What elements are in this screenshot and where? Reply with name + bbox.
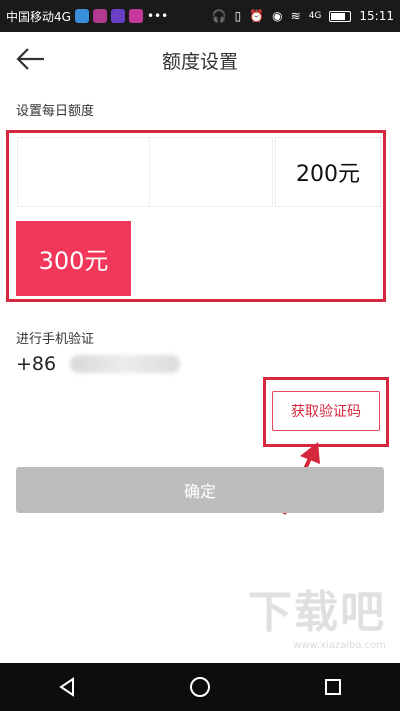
vibrate-icon: ▯	[234, 9, 242, 23]
app-notification-icon	[110, 9, 125, 23]
app-notification-icon	[128, 9, 143, 23]
get-verification-code-button[interactable]: 获取验证码	[272, 391, 380, 431]
system-navigation-bar	[0, 663, 400, 711]
network-type: 4G	[308, 11, 322, 21]
wifi-icon: ≋	[290, 9, 301, 23]
app-notification-icon	[74, 9, 89, 23]
phone-number-field[interactable]: +86	[16, 353, 181, 375]
quota-option[interactable]	[149, 137, 273, 207]
quota-option-200[interactable]: 200元	[275, 137, 381, 207]
carrier-label: 中国移动4G	[6, 9, 71, 24]
watermark-logo: 下载吧 www.xiazaiba.com	[248, 576, 386, 651]
nav-recents-button[interactable]	[313, 667, 353, 707]
watermark-text: 下载吧	[248, 587, 386, 638]
header: 额度设置	[0, 32, 400, 88]
confirm-button[interactable]: 确定	[16, 467, 384, 513]
quota-option[interactable]	[17, 137, 151, 207]
headphones-icon: 🎧	[211, 9, 227, 23]
app-notification-icon	[92, 9, 107, 23]
quota-label: 设置每日额度	[16, 104, 95, 119]
square-recents-icon	[325, 679, 342, 695]
phone-number-blurred	[70, 355, 181, 373]
page-title: 额度设置	[161, 51, 238, 73]
nav-home-button[interactable]	[180, 667, 220, 707]
quota-option-300-selected[interactable]: 300元	[16, 221, 131, 296]
watermark-url: www.xiazaiba.com	[293, 640, 386, 651]
verify-label: 进行手机验证	[16, 332, 95, 347]
nav-back-button[interactable]	[47, 667, 87, 707]
clock: 15:11	[359, 9, 394, 23]
more-notifications-icon: •••	[146, 9, 169, 23]
alarm-icon: ⏰	[249, 9, 265, 23]
status-bar: 中国移动4G ••• 🎧 ▯ ⏰ ◉ ≋ 4G 15:11	[0, 0, 400, 32]
battery-icon	[329, 10, 352, 22]
quota-options-highlight: 200元 300元	[6, 130, 386, 302]
circle-home-icon	[189, 677, 210, 697]
triangle-back-icon	[58, 677, 74, 697]
eye-icon: ◉	[272, 9, 283, 23]
country-code: +86	[16, 353, 57, 375]
